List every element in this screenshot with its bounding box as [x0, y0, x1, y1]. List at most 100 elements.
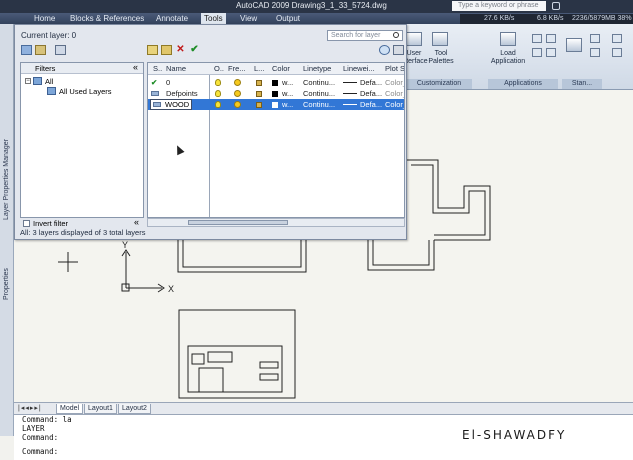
- new-layer-icon[interactable]: [147, 45, 158, 55]
- standards-panel-label: Stan...: [562, 79, 602, 89]
- layer-lineweight[interactable]: Defa...: [360, 100, 382, 109]
- load-application-button[interactable]: Load Application: [488, 50, 528, 66]
- thawed-sun-icon[interactable]: [234, 90, 241, 97]
- layer-properties-manager-label[interactable]: Layer Properties Manager: [3, 139, 10, 220]
- layer-list-header: S.. Name O.. Fre... L... Color Linetype …: [148, 63, 404, 75]
- delete-layer-icon[interactable]: ✕: [175, 45, 186, 55]
- color-swatch[interactable]: [272, 91, 278, 97]
- filter-item-all[interactable]: All: [45, 77, 53, 86]
- set-current-icon[interactable]: ✔: [189, 45, 200, 55]
- column-status[interactable]: S..: [153, 64, 162, 73]
- tab-tools[interactable]: Tools: [201, 13, 226, 24]
- layer-list: S.. Name O.. Fre... L... Color Linetype …: [147, 62, 405, 218]
- load-application-icon[interactable]: [500, 32, 516, 46]
- tab-layout1[interactable]: Layout1: [84, 404, 117, 414]
- scrollbar-thumb[interactable]: [188, 220, 288, 225]
- invert-filter-checkbox[interactable]: [23, 220, 30, 227]
- plan-stepped-wing: [406, 159, 491, 241]
- layer-row[interactable]: Defpoints w... Continu... Defa... Color_: [148, 88, 404, 99]
- layer-linetype[interactable]: Continu...: [303, 89, 335, 98]
- run-icon[interactable]: [546, 48, 556, 57]
- layer-row[interactable]: ✔ 0 w... Continu... Defa... Color_: [148, 77, 404, 88]
- collapse-filters-button[interactable]: «: [133, 62, 138, 72]
- tree-expander-icon[interactable]: −: [25, 78, 31, 84]
- new-layer-vp-frozen-icon[interactable]: [161, 45, 172, 55]
- attach-icon[interactable]: [612, 34, 622, 43]
- settings-icon[interactable]: [393, 45, 404, 55]
- column-on[interactable]: O..: [214, 64, 224, 73]
- layer-list-scrollbar[interactable]: [147, 218, 405, 227]
- layer-translator-icon[interactable]: [590, 48, 600, 57]
- script-icon[interactable]: [532, 34, 542, 43]
- layer-color[interactable]: w...: [282, 89, 293, 98]
- column-freeze[interactable]: Fre...: [228, 64, 246, 73]
- tab-layout2[interactable]: Layout2: [118, 404, 151, 414]
- search-icon[interactable]: [393, 32, 399, 38]
- lightbulb-on-icon[interactable]: [215, 90, 221, 97]
- thawed-sun-icon[interactable]: [234, 79, 241, 86]
- column-name[interactable]: Name: [166, 64, 186, 73]
- lightbulb-on-icon[interactable]: [215, 101, 221, 108]
- applications-panel-label: Applications: [488, 79, 558, 89]
- unlocked-icon[interactable]: [256, 80, 262, 86]
- keyword-search-input[interactable]: Type a keyword or phrase: [452, 1, 546, 11]
- layer-plot-style[interactable]: Color_: [385, 78, 404, 87]
- lineweight-sample: [343, 104, 357, 105]
- tool-palettes-button[interactable]: Tool Palettes: [426, 50, 456, 66]
- collapse-filters-bottom-button[interactable]: «: [134, 217, 139, 227]
- layer-states-manager-icon[interactable]: [55, 45, 66, 55]
- layers-count-status: All: 3 layers displayed of 3 total layer…: [20, 228, 146, 237]
- properties-palette-label[interactable]: Properties: [3, 268, 10, 300]
- user-interface-icon[interactable]: [406, 32, 422, 46]
- configure-icon[interactable]: [612, 48, 622, 57]
- command-history-line: Command: la: [22, 415, 72, 424]
- check-standards-icon[interactable]: [590, 34, 600, 43]
- layer-name[interactable]: Defpoints: [166, 89, 198, 98]
- tab-blocks-references[interactable]: Blocks & References: [70, 14, 144, 23]
- layer-linetype[interactable]: Continu...: [303, 100, 335, 109]
- filter-item-all-used-layers[interactable]: All Used Layers: [59, 87, 112, 96]
- new-group-filter-icon[interactable]: [35, 45, 46, 55]
- layer-name[interactable]: 0: [166, 78, 170, 87]
- color-swatch[interactable]: [272, 80, 278, 86]
- current-layer-check-icon: ✔: [151, 78, 158, 87]
- tab-home[interactable]: Home: [34, 14, 55, 23]
- binoculars-icon[interactable]: [552, 2, 560, 10]
- tool-palettes-icon[interactable]: [432, 32, 448, 46]
- command-prompt[interactable]: Command:: [14, 447, 633, 456]
- layer-color[interactable]: w...: [282, 78, 293, 87]
- column-plot-style[interactable]: Plot S: [385, 64, 404, 73]
- layer-color[interactable]: w...: [282, 100, 293, 109]
- new-property-filter-icon[interactable]: [21, 45, 32, 55]
- tab-output[interactable]: Output: [276, 14, 300, 23]
- column-color[interactable]: Color: [272, 64, 290, 73]
- mouse-pointer-icon: [173, 143, 185, 156]
- layer-plot-style[interactable]: Color_: [385, 89, 404, 98]
- elevation-window-top: [207, 351, 233, 363]
- color-swatch[interactable]: [272, 102, 278, 108]
- unlocked-icon[interactable]: [256, 91, 262, 97]
- standards-icon[interactable]: [566, 38, 582, 52]
- watermark: El-SHAWADFY: [462, 428, 567, 442]
- layer-row-selected[interactable]: WOOD w... Continu... Defa... Color_: [148, 99, 404, 110]
- tab-view[interactable]: View: [240, 14, 257, 23]
- refresh-icon[interactable]: [379, 45, 390, 55]
- macro-icon[interactable]: [532, 48, 542, 57]
- layer-name[interactable]: WOOD: [165, 100, 189, 109]
- layer-lineweight[interactable]: Defa...: [360, 78, 382, 87]
- tab-model[interactable]: Model: [56, 404, 84, 414]
- thawed-sun-icon[interactable]: [234, 101, 241, 108]
- layer-search-input[interactable]: Search for layer: [327, 30, 403, 41]
- tab-annotate[interactable]: Annotate: [156, 14, 188, 23]
- layer-plot-style[interactable]: Color_: [385, 100, 404, 109]
- layer-name-edit-field[interactable]: WOOD: [150, 99, 192, 110]
- unlocked-icon[interactable]: [256, 102, 262, 108]
- vba-icon[interactable]: [546, 34, 556, 43]
- tab-nav-arrows-icon[interactable]: |◂◂▸▸|: [18, 404, 42, 412]
- column-lineweight[interactable]: Linewei...: [343, 64, 375, 73]
- lightbulb-on-icon[interactable]: [215, 79, 221, 86]
- layer-lineweight[interactable]: Defa...: [360, 89, 382, 98]
- column-lock[interactable]: L...: [254, 64, 264, 73]
- layer-linetype[interactable]: Continu...: [303, 78, 335, 87]
- column-linetype[interactable]: Linetype: [303, 64, 331, 73]
